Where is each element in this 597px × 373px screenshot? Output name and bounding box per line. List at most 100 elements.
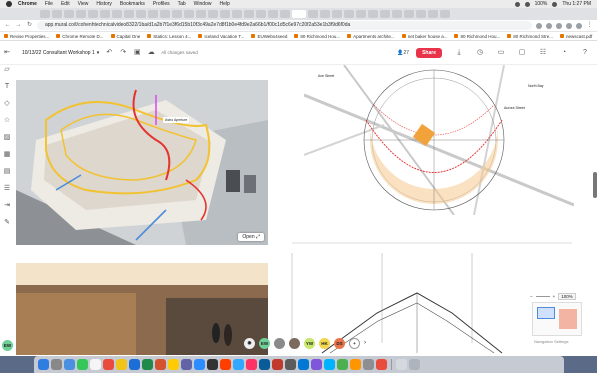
autocad-icon[interactable] <box>272 359 283 370</box>
revit-icon[interactable] <box>259 359 270 370</box>
navigation-settings[interactable]: Navigation Settings <box>534 339 568 344</box>
browser-tab[interactable] <box>428 10 438 18</box>
browser-tab[interactable] <box>256 10 266 18</box>
browser-tab-active[interactable] <box>292 10 306 18</box>
bookmark[interactable]: 80 Richmond Hou... <box>454 34 500 39</box>
browser-tab[interactable] <box>196 10 206 18</box>
excel-icon[interactable] <box>142 359 153 370</box>
browser-tab[interactable] <box>416 10 426 18</box>
menu-tab[interactable]: Tab <box>178 1 186 7</box>
browser-tab[interactable] <box>392 10 402 18</box>
extension-icon[interactable] <box>546 22 552 29</box>
terminal-icon[interactable] <box>207 359 218 370</box>
record-icon[interactable] <box>514 1 520 7</box>
bookmark[interactable]: Iceland Vacation T... <box>198 34 244 39</box>
browser-tab[interactable] <box>244 10 254 18</box>
browser-tab[interactable] <box>320 10 330 18</box>
redo-icon[interactable]: ↷ <box>119 49 127 57</box>
render-image-aerial[interactable]: Astro Aperture Open ⤢ <box>16 80 268 245</box>
list-icon[interactable]: ☰ <box>3 185 11 193</box>
image-icon[interactable]: ▨ <box>3 134 11 142</box>
sticky-note-icon[interactable]: ▱ <box>3 66 11 74</box>
extension-icon[interactable] <box>556 22 562 29</box>
text-icon[interactable]: T <box>3 83 11 91</box>
menu-edit[interactable]: Edit <box>61 1 70 7</box>
bookmark[interactable]: 80 Richmond Hou... <box>294 34 340 39</box>
avatar[interactable]: HK <box>319 337 330 349</box>
browser-tab[interactable] <box>344 10 354 18</box>
browser-tab[interactable] <box>368 10 378 18</box>
menu-profiles[interactable]: Profiles <box>153 1 170 7</box>
menu-file[interactable]: File <box>45 1 53 7</box>
bookmark[interactable]: 80 Richmond Stre... <box>507 34 553 39</box>
browser-tab[interactable] <box>76 10 86 18</box>
bookmark[interactable]: Revise Properties... <box>4 34 49 39</box>
apple-icon[interactable] <box>6 1 12 7</box>
chevron-right-icon[interactable]: › <box>364 340 366 346</box>
star-icon[interactable]: ☆ <box>3 117 11 125</box>
zoom-out-button[interactable]: − <box>530 294 533 299</box>
menu-window[interactable]: Window <box>194 1 212 7</box>
browser-tab[interactable] <box>112 10 122 18</box>
acrobat-icon[interactable] <box>376 359 387 370</box>
browser-tab[interactable] <box>40 10 50 18</box>
word-icon[interactable] <box>129 359 140 370</box>
member-count[interactable]: 👤27 <box>397 50 409 56</box>
profile-icon[interactable] <box>576 22 582 29</box>
spotify-icon[interactable] <box>337 359 348 370</box>
render-image-interior[interactable] <box>16 263 268 355</box>
onenote-icon[interactable] <box>311 359 322 370</box>
powerpoint-icon[interactable] <box>155 359 166 370</box>
menu-bookmarks[interactable]: Bookmarks <box>120 1 145 7</box>
mail-icon[interactable] <box>90 359 101 370</box>
bookmark[interactable]: Statics: Lesson 4... <box>147 34 191 39</box>
share-button[interactable]: Share <box>416 47 442 58</box>
mural-canvas[interactable]: Astro Aperture Open ⤢ Ave Street North B… <box>14 65 597 355</box>
frame-icon[interactable]: ▣ <box>133 49 141 57</box>
exit-icon[interactable]: ⇤ <box>3 49 11 57</box>
extension-icon[interactable] <box>536 22 542 29</box>
notes-icon[interactable] <box>116 359 127 370</box>
browser-tab[interactable] <box>148 10 158 18</box>
add-collaborator-icon[interactable]: + <box>349 337 360 349</box>
browser-tab[interactable] <box>136 10 146 18</box>
avatar[interactable] <box>289 337 300 349</box>
bookmark[interactable]: net baker house a... <box>401 34 447 39</box>
browser-tab[interactable] <box>404 10 414 18</box>
rhino-icon[interactable] <box>285 359 296 370</box>
finder-icon[interactable] <box>38 359 49 370</box>
launchpad-icon[interactable] <box>51 359 62 370</box>
downloads-icon[interactable] <box>396 359 407 370</box>
chrome-icon[interactable] <box>168 359 179 370</box>
preview-icon[interactable] <box>350 359 361 370</box>
shapes-icon[interactable]: ◇ <box>3 100 11 108</box>
avatar[interactable]: EW <box>259 337 270 349</box>
current-user-avatar[interactable]: EW <box>2 340 13 351</box>
zoom-icon[interactable] <box>194 359 205 370</box>
browser-tab[interactable] <box>356 10 366 18</box>
browser-tab[interactable] <box>52 10 62 18</box>
camera-icon[interactable]: ◉ <box>244 337 255 349</box>
import-icon[interactable]: ⇥ <box>3 202 11 210</box>
browser-tab[interactable] <box>280 10 290 18</box>
browser-tab[interactable] <box>380 10 390 18</box>
chevron-down-icon[interactable]: ▾ <box>97 50 100 56</box>
forward-icon[interactable]: → <box>15 22 22 29</box>
avatar[interactable]: YW <box>304 337 315 349</box>
pen-icon[interactable]: ✎ <box>3 219 11 227</box>
teams-icon[interactable] <box>181 359 192 370</box>
back-icon[interactable]: ← <box>4 22 11 29</box>
outline-icon[interactable]: ☷ <box>539 49 547 57</box>
dropbox-icon[interactable] <box>324 359 335 370</box>
search-icon[interactable] <box>552 1 558 7</box>
browser-tab[interactable] <box>184 10 194 18</box>
illustrator-icon[interactable] <box>220 359 231 370</box>
browser-tab[interactable] <box>332 10 342 18</box>
bookmark[interactable]: Capital One <box>110 34 140 39</box>
menu-history[interactable]: History <box>96 1 112 7</box>
messages-icon[interactable] <box>77 359 88 370</box>
wifi-icon[interactable] <box>524 1 530 7</box>
bookmark[interactable]: Chrome Remote D... <box>56 34 104 39</box>
extension-icon[interactable] <box>566 22 572 29</box>
avatar[interactable]: DS <box>334 337 345 349</box>
